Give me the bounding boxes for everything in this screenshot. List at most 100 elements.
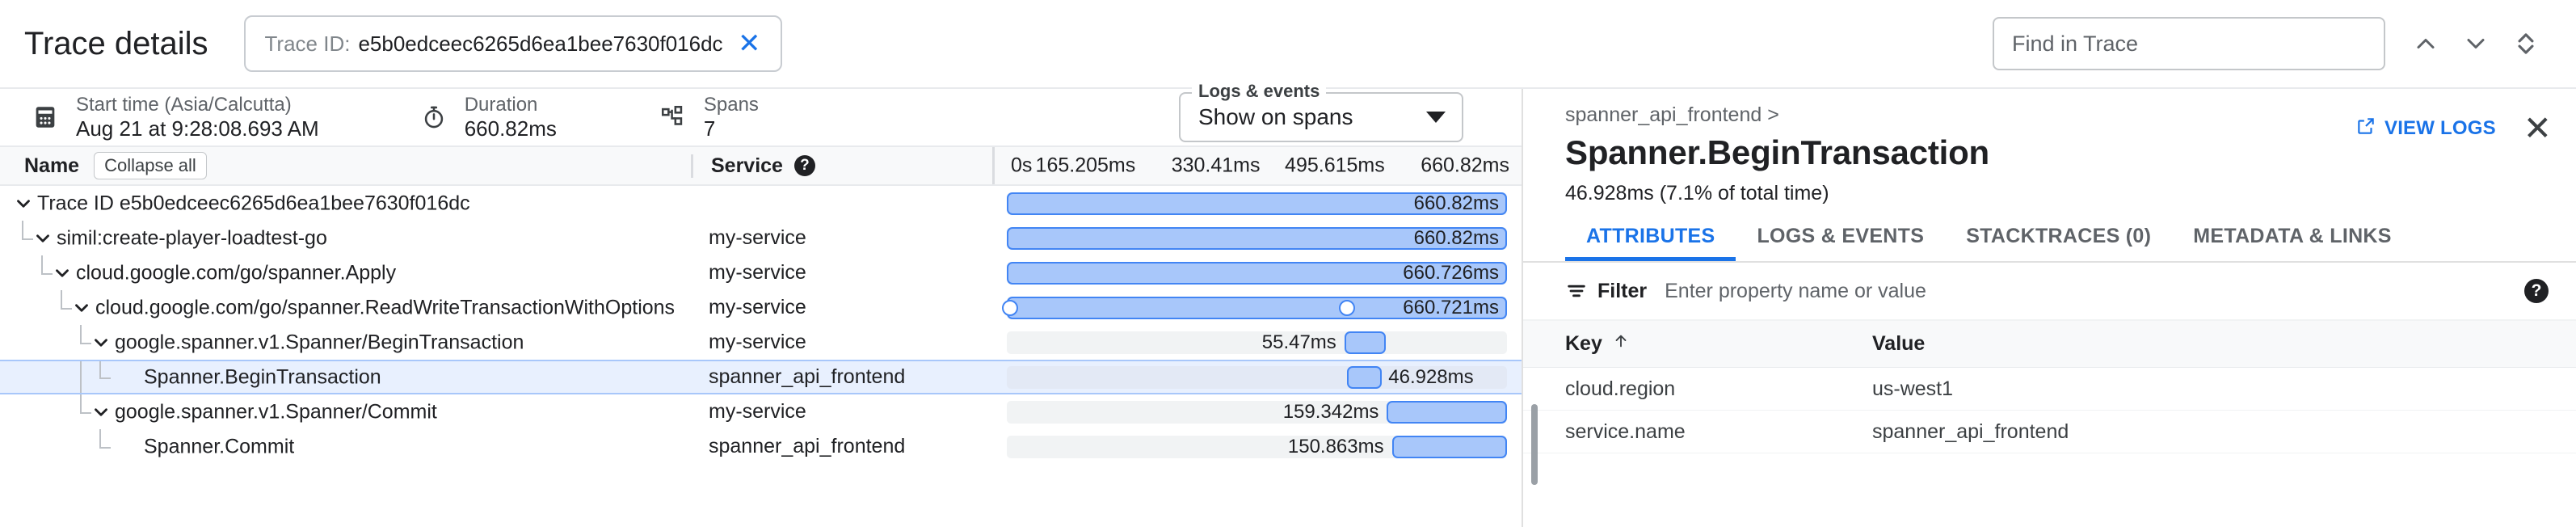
timeline-tick: 165.205ms [1036, 154, 1136, 178]
trace-id-input[interactable]: Trace ID: e5b0edceec6265d6ea1bee7630f016… [244, 15, 782, 72]
waterfall-table-header: Name Collapse all Service ? 0s165.205ms3… [0, 147, 1522, 186]
table-row[interactable]: google.spanner.v1.Spanner/Commit my-servi… [0, 394, 1522, 429]
tree-connector [99, 447, 111, 449]
column-header-name: Name Collapse all [0, 152, 691, 179]
tree-connector [80, 361, 82, 393]
calendar-icon [27, 99, 63, 135]
view-logs-label: VIEW LOGS [2384, 117, 2496, 140]
meta-spans-value: 7 [704, 116, 759, 141]
chevron-down-icon[interactable] [13, 193, 34, 214]
open-in-new-icon [2355, 116, 2376, 142]
span-name-cell: Spanner.Commit [0, 429, 691, 464]
span-bar-cell: 46.928ms [992, 361, 1522, 393]
span-bar[interactable] [1387, 401, 1507, 424]
span-name-cell: google.spanner.v1.Spanner/BeginTransacti… [0, 325, 691, 360]
span-duration-label: 660.726ms [1403, 262, 1499, 285]
tab-metadata-links[interactable]: METADATA & LINKS [2172, 225, 2413, 261]
trace-meta-row: Start time (Asia/Calcutta) Aug 21 at 9:2… [0, 89, 1522, 147]
chevron-down-icon[interactable] [90, 402, 112, 423]
table-row[interactable]: google.spanner.v1.Spanner/BeginTransacti… [0, 325, 1522, 360]
span-bar-cell: 660.726ms [992, 255, 1522, 290]
span-event-marker[interactable] [1002, 300, 1018, 316]
view-logs-button[interactable]: VIEW LOGS [2355, 116, 2496, 142]
span-service-cell: my-service [691, 400, 992, 424]
span-bar[interactable] [1345, 331, 1386, 354]
chevron-down-icon[interactable] [32, 228, 53, 249]
chevron-down-icon[interactable] [52, 263, 73, 284]
span-name-label: Spanner.Commit [144, 435, 294, 458]
span-duration-label: 55.47ms [1262, 331, 1336, 354]
help-icon[interactable]: ? [2524, 279, 2549, 303]
span-name-cell: google.spanner.v1.Spanner/Commit [0, 394, 691, 429]
unfold-more-icon[interactable] [2505, 23, 2547, 65]
span-name-cell: Trace ID e5b0edceec6265d6ea1bee7630f016d… [0, 186, 691, 221]
span-name-cell: cloud.google.com/go/spanner.ReadWriteTra… [0, 290, 691, 325]
span-duration-label: 159.342ms [1283, 401, 1379, 424]
chevron-down-icon[interactable] [1426, 112, 1446, 123]
span-name-label: Spanner.BeginTransaction [144, 365, 381, 389]
span-name-label: google.spanner.v1.Spanner/Commit [115, 400, 437, 424]
waterfall-rows: Trace ID e5b0edceec6265d6ea1bee7630f016d… [0, 186, 1522, 527]
span-duration-label: 46.928ms [1388, 366, 1473, 389]
body-split: Start time (Asia/Calcutta) Aug 21 at 9:2… [0, 89, 2576, 527]
span-details-tabs: ATTRIBUTESLOGS & EVENTSSTACKTRACES (0)ME… [1523, 225, 2576, 263]
tree-connector [80, 412, 91, 414]
span-name-label: google.spanner.v1.Spanner/BeginTransacti… [115, 331, 524, 354]
span-bar-cell: 660.82ms [992, 186, 1522, 221]
meta-spans: Spans 7 [655, 94, 759, 141]
span-service-cell: my-service [691, 331, 992, 354]
span-service-cell: my-service [691, 296, 992, 319]
stopwatch-icon [416, 99, 452, 135]
table-row[interactable]: cloud.google.com/go/spanner.Apply my-serv… [0, 255, 1522, 290]
span-bar[interactable] [1347, 366, 1382, 389]
logs-events-value: Show on spans [1198, 104, 1353, 130]
close-icon[interactable]: ✕ [2523, 112, 2552, 145]
tab-logs-events[interactable]: LOGS & EVENTS [1736, 225, 1945, 261]
help-icon[interactable]: ? [794, 155, 815, 176]
span-event-marker[interactable] [1339, 300, 1355, 316]
span-service-cell: my-service [691, 226, 992, 250]
table-row[interactable]: Spanner.BeginTransaction spanner_api_fron… [0, 360, 1522, 394]
logs-events-select[interactable]: Logs & events Show on spans [1179, 92, 1463, 142]
tree-connector [22, 221, 23, 238]
chevron-down-icon[interactable] [90, 332, 112, 353]
chevron-down-icon[interactable] [2455, 23, 2497, 65]
meta-start-time: Start time (Asia/Calcutta) Aug 21 at 9:2… [27, 94, 319, 141]
chevron-down-icon[interactable] [71, 297, 92, 318]
filter-icon [1565, 280, 1588, 302]
table-row[interactable]: Trace ID e5b0edceec6265d6ea1bee7630f016d… [0, 186, 1522, 221]
find-in-trace-placeholder: Find in Trace [2012, 32, 2138, 57]
tab-stacktraces-0[interactable]: STACKTRACES (0) [1945, 225, 2172, 261]
tab-attributes[interactable]: ATTRIBUTES [1565, 225, 1736, 261]
key-header-label: Key [1565, 332, 1602, 356]
table-row[interactable]: Spanner.Commitspanner_api_frontend150.86… [0, 429, 1522, 464]
table-row[interactable]: cloud.google.com/go/spanner.ReadWriteTra… [0, 290, 1522, 325]
span-service-cell: my-service [691, 261, 992, 285]
trace-id-label: Trace ID: [265, 32, 351, 57]
tree-connector [80, 343, 91, 344]
tree-connector [61, 308, 72, 310]
table-row[interactable]: simil:create-player-loadtest-gomy-servic… [0, 221, 1522, 255]
attributes-value-header: Value [1872, 332, 2576, 356]
span-duration-label: 150.863ms [1288, 436, 1384, 458]
find-in-trace-input[interactable]: Find in Trace [1993, 17, 2385, 70]
find-nav-controls [2405, 23, 2547, 65]
filter-input[interactable]: Enter property name or value [1665, 280, 2524, 303]
table-row: cloud.regionus-west1 [1523, 368, 2576, 411]
attributes-key-header[interactable]: Key [1565, 332, 1872, 356]
close-icon[interactable]: ✕ [731, 30, 768, 57]
filter-label: Filter [1597, 280, 1647, 303]
span-duration-label: 660.82ms [1414, 192, 1499, 215]
span-name-label: cloud.google.com/go/spanner.Apply [76, 261, 396, 285]
scrollbar-thumb[interactable] [1531, 404, 1538, 485]
attributes-filter-row[interactable]: Filter Enter property name or value ? [1523, 263, 2576, 321]
meta-duration: Duration 660.82ms [416, 94, 557, 141]
span-bar[interactable] [1392, 436, 1507, 458]
attribute-value: us-west1 [1872, 377, 2576, 401]
collapse-all-button[interactable]: Collapse all [94, 152, 207, 179]
span-service-cell: spanner_api_frontend [691, 365, 992, 389]
span-duration-label: 660.721ms [1403, 297, 1499, 319]
chevron-up-icon[interactable] [2405, 23, 2447, 65]
tree-connector [99, 377, 111, 379]
meta-duration-value: 660.82ms [465, 116, 557, 141]
